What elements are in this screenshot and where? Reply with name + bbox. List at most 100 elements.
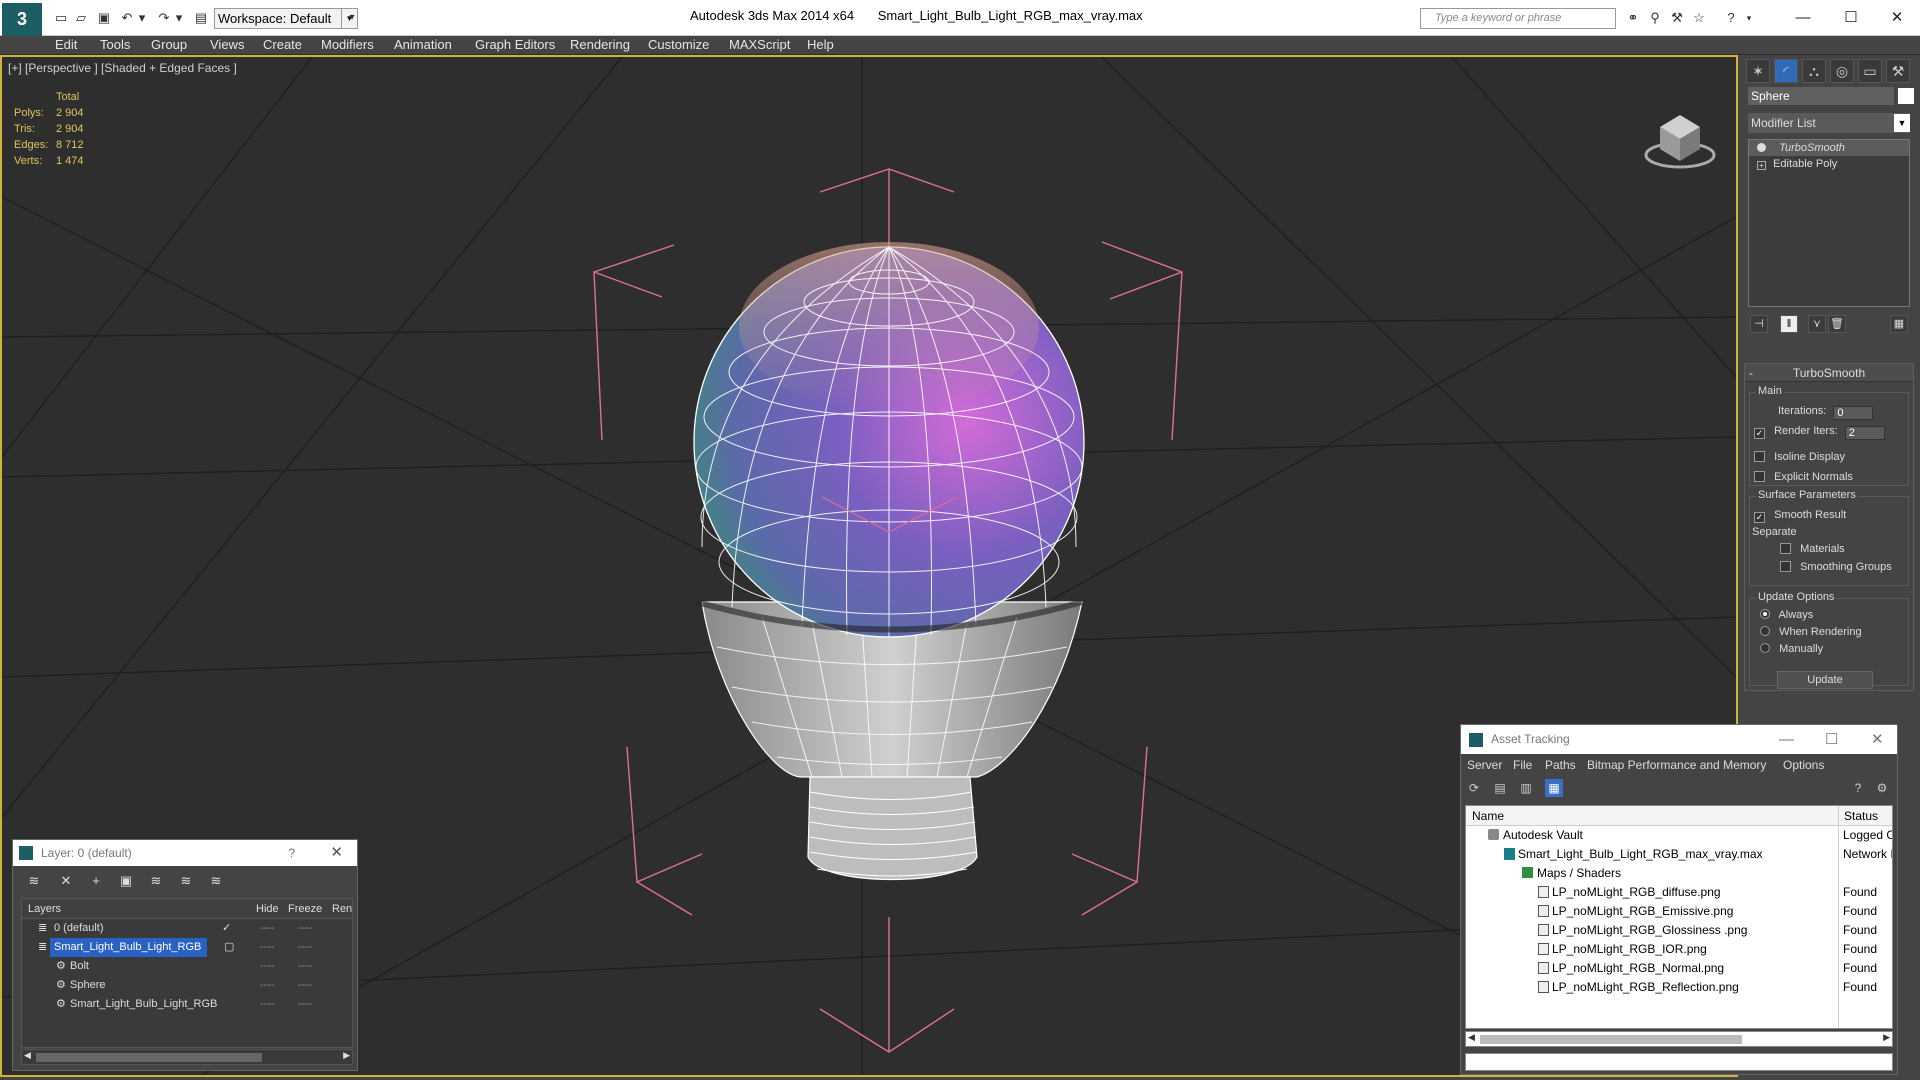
menu-options[interactable]: Options bbox=[1783, 758, 1824, 772]
communication-center-icon[interactable]: ⚲ bbox=[1646, 9, 1664, 27]
layer-row[interactable]: ≣ 0 (default) ✓ ---- ---- bbox=[22, 919, 352, 938]
scrollbar-thumb[interactable] bbox=[36, 1053, 262, 1062]
search-input[interactable]: Type a keyword or phrase bbox=[1420, 8, 1616, 29]
asset-row[interactable]: LP_noMLight_RGB_Reflection.png Found bbox=[1466, 978, 1892, 997]
help-icon[interactable]: ? bbox=[1849, 779, 1867, 797]
remove-modifier-icon[interactable]: 🗑 bbox=[1828, 315, 1846, 333]
stack-item-turbosmooth[interactable]: TurboSmooth bbox=[1749, 140, 1909, 156]
menu-rendering[interactable]: Rendering bbox=[570, 37, 630, 52]
isoline-control[interactable]: Isoline Display bbox=[1754, 451, 1845, 463]
utilities-tab-icon[interactable]: ⚒ bbox=[1886, 59, 1910, 83]
materials-control[interactable]: Materials bbox=[1780, 543, 1845, 555]
stack-item-editable-poly[interactable]: + Editable Poly bbox=[1749, 156, 1909, 172]
freeze-toggle[interactable]: ---- bbox=[298, 938, 313, 957]
when-rendering-radio-control[interactable]: When Rendering bbox=[1760, 626, 1862, 638]
freeze-toggle[interactable]: ---- bbox=[298, 995, 313, 1014]
layer-object-row[interactable]: ⚙ Sphere ---- ---- bbox=[22, 976, 352, 995]
undo-dropdown-icon[interactable]: ▾ bbox=[133, 9, 151, 27]
asset-row[interactable]: LP_noMLight_RGB_diffuse.png Found bbox=[1466, 883, 1892, 902]
menu-animation[interactable]: Animation bbox=[394, 37, 452, 52]
viewport-label[interactable]: [+] [Perspective ] [Shaded + Edged Faces… bbox=[8, 61, 237, 75]
new-file-icon[interactable]: ▭ bbox=[52, 9, 70, 27]
manually-radio-control[interactable]: Manually bbox=[1760, 643, 1823, 655]
refresh-icon[interactable]: ⟳ bbox=[1465, 779, 1483, 797]
smoothing-groups-checkbox[interactable] bbox=[1780, 561, 1791, 572]
asset-row[interactable]: LP_noMLight_RGB_Normal.png Found bbox=[1466, 959, 1892, 978]
layer-object-row[interactable]: ⚙ Bolt ---- ---- bbox=[22, 957, 352, 976]
render-iters-checkbox[interactable]: ✓ bbox=[1754, 428, 1765, 439]
freeze-unfreeze-all-icon[interactable]: ≋ bbox=[207, 872, 225, 890]
modify-tab-icon[interactable]: ◜ bbox=[1774, 59, 1798, 83]
horizontal-scrollbar[interactable]: ◀ ▶ bbox=[21, 1049, 353, 1065]
layer-row-selected[interactable]: ≣ Smart_Light_Bulb_Light_RGB ▢ ---- ---- bbox=[22, 938, 352, 957]
highlight-selected-icon[interactable]: ≋ bbox=[147, 872, 165, 890]
list-view-icon[interactable]: ▤ bbox=[1491, 779, 1509, 797]
scroll-right-icon[interactable]: ▶ bbox=[1883, 1032, 1890, 1043]
open-file-icon[interactable]: ▱ bbox=[72, 9, 90, 27]
isoline-checkbox[interactable] bbox=[1754, 451, 1765, 462]
asset-row[interactable]: Smart_Light_Bulb_Light_RGB_max_vray.max … bbox=[1466, 845, 1892, 864]
menu-graph-editors[interactable]: Graph Editors bbox=[475, 37, 555, 52]
close-icon[interactable]: ✕ bbox=[330, 840, 343, 866]
create-tab-icon[interactable]: ✶ bbox=[1746, 59, 1770, 83]
menu-tools[interactable]: Tools bbox=[100, 37, 130, 52]
column-layers[interactable]: Layers bbox=[28, 903, 61, 915]
hide-toggle[interactable]: ---- bbox=[260, 976, 275, 995]
asset-row[interactable]: LP_noMLight_RGB_IOR.png Found bbox=[1466, 940, 1892, 959]
close-button[interactable]: ✕ bbox=[1874, 6, 1920, 30]
pin-stack-icon[interactable]: ⊣ bbox=[1750, 315, 1768, 333]
scroll-left-icon[interactable]: ◀ bbox=[1468, 1032, 1475, 1043]
menu-maxscript[interactable]: MAXScript bbox=[729, 37, 790, 52]
exchange-icon[interactable]: ⚒ bbox=[1668, 9, 1686, 27]
hide-toggle[interactable]: ---- bbox=[260, 919, 275, 938]
explicit-normals-control[interactable]: Explicit Normals bbox=[1754, 471, 1853, 483]
configure-sets-icon[interactable]: ▦ bbox=[1890, 315, 1908, 333]
when-rendering-radio[interactable] bbox=[1760, 626, 1770, 636]
column-render[interactable]: Ren bbox=[332, 903, 352, 915]
set-current-icon[interactable]: ▢ bbox=[224, 938, 234, 957]
minimize-icon[interactable]: — bbox=[1779, 725, 1794, 754]
menu-views[interactable]: Views bbox=[210, 37, 244, 52]
favorites-icon[interactable]: ☆ bbox=[1690, 9, 1708, 27]
make-unique-icon[interactable]: ⋎ bbox=[1808, 315, 1826, 333]
close-icon[interactable]: ✕ bbox=[1871, 725, 1884, 754]
maximize-button[interactable]: ☐ bbox=[1828, 6, 1874, 30]
lightbulb-icon[interactable] bbox=[1757, 143, 1766, 152]
smooth-result-checkbox[interactable]: ✓ bbox=[1754, 512, 1765, 523]
minimize-button[interactable]: — bbox=[1780, 6, 1826, 30]
settings-icon[interactable]: ⚙ bbox=[1873, 779, 1891, 797]
save-icon[interactable]: ▣ bbox=[95, 9, 113, 27]
freeze-toggle[interactable]: ---- bbox=[298, 957, 313, 976]
binoculars-icon[interactable]: ⚭ bbox=[1624, 9, 1642, 27]
hide-toggle[interactable]: ---- bbox=[260, 938, 275, 957]
column-name[interactable]: Name bbox=[1472, 809, 1504, 823]
scrollbar-thumb[interactable] bbox=[1480, 1035, 1742, 1044]
scroll-right-icon[interactable]: ▶ bbox=[343, 1050, 350, 1061]
object-name-field[interactable]: Sphere bbox=[1748, 87, 1894, 105]
delete-layer-icon[interactable]: ✕ bbox=[57, 872, 75, 890]
explicit-normals-checkbox[interactable] bbox=[1754, 471, 1765, 482]
hide-toggle[interactable]: ---- bbox=[260, 995, 275, 1014]
help-icon[interactable]: ? bbox=[288, 840, 295, 866]
project-folder-icon[interactable]: ▤ bbox=[192, 9, 210, 27]
horizontal-scrollbar[interactable]: ◀ ▶ bbox=[1465, 1031, 1893, 1047]
render-iters-spinner[interactable]: 2 bbox=[1844, 426, 1885, 440]
menu-create[interactable]: Create bbox=[263, 37, 302, 52]
hide-unhide-all-icon[interactable]: ≋ bbox=[177, 872, 195, 890]
motion-tab-icon[interactable]: ◎ bbox=[1830, 59, 1854, 83]
scroll-left-icon[interactable]: ◀ bbox=[24, 1050, 31, 1061]
freeze-toggle[interactable]: ---- bbox=[298, 919, 313, 938]
menu-help[interactable]: Help bbox=[807, 37, 834, 52]
object-color-swatch[interactable] bbox=[1898, 88, 1914, 104]
smooth-result-control[interactable]: ✓ Smooth Result bbox=[1754, 509, 1846, 523]
column-hide[interactable]: Hide bbox=[256, 903, 279, 915]
hierarchy-tab-icon[interactable]: ⛬ bbox=[1802, 59, 1826, 83]
workspace-dropdown[interactable]: Workspace: Default ▼ bbox=[214, 8, 358, 29]
asset-row[interactable]: Maps / Shaders bbox=[1466, 864, 1892, 883]
menu-group[interactable]: Group bbox=[151, 37, 187, 52]
table-view-icon[interactable]: ▦ bbox=[1545, 779, 1563, 797]
menu-paths[interactable]: Paths bbox=[1545, 758, 1576, 772]
asset-row[interactable]: LP_noMLight_RGB_Emissive.png Found bbox=[1466, 902, 1892, 921]
toolbar-options-icon[interactable]: ▾ bbox=[343, 9, 361, 27]
display-tab-icon[interactable]: ▭ bbox=[1858, 59, 1882, 83]
